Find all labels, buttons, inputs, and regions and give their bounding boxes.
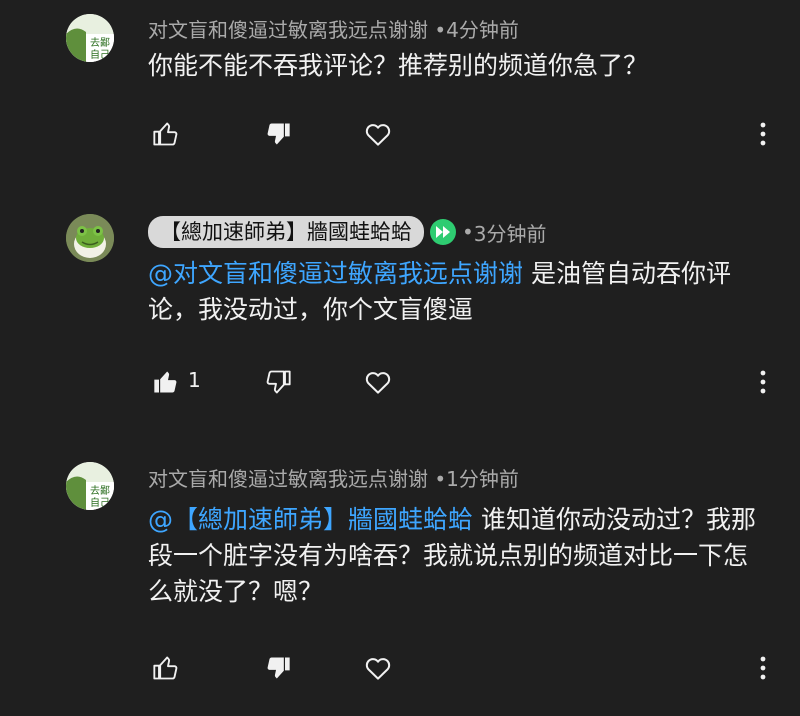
comment-actions: 1	[148, 364, 788, 404]
comment-text: 你能不能不吞我评论？推荐别的频道你急了？	[148, 48, 768, 84]
thumb-down-icon	[267, 657, 290, 679]
dislike-button[interactable]	[260, 116, 296, 152]
more-button[interactable]	[748, 364, 778, 400]
comment-actions	[148, 116, 788, 156]
author-name[interactable]: 对文盲和傻逼过敏离我远点谢谢	[148, 467, 428, 491]
svg-text:自己: 自己	[90, 496, 110, 509]
svg-text:自己: 自己	[90, 48, 110, 61]
like-button[interactable]: 1	[148, 364, 201, 400]
dislike-button[interactable]	[260, 650, 296, 686]
thumb-down-icon	[266, 370, 291, 394]
comment-text: @对文盲和傻逼过敏离我远点谢谢 是油管自动吞你评论，我没动过，你个文盲傻逼	[148, 256, 768, 328]
heart-icon	[365, 658, 391, 680]
comment-time: 1分钟前	[446, 467, 519, 491]
mention-link[interactable]: @【總加速師弟】牆國蛙蛤蛤	[148, 505, 473, 534]
like-count: 1	[188, 368, 201, 392]
thumb-up-icon	[153, 656, 178, 680]
thumb-down-icon	[267, 123, 290, 145]
avatar-image: 去鄙 自己	[66, 462, 114, 510]
heart-icon	[365, 372, 391, 394]
frog-avatar-image	[66, 214, 114, 262]
comment-text: @【總加速師弟】牆國蛙蛤蛤 谁知道你动没动过？我那段一个脏字没有为啥吞？我就说点…	[148, 502, 768, 610]
heart-button[interactable]	[360, 650, 396, 686]
thumb-up-icon	[153, 122, 178, 146]
svg-text:去鄙: 去鄙	[90, 37, 110, 49]
meta-separator: •	[434, 18, 447, 42]
more-vert-icon	[760, 656, 766, 680]
comment-meta: 对文盲和傻逼过敏离我远点谢谢 •1分钟前	[148, 463, 519, 492]
comment-time: 4分钟前	[446, 18, 519, 42]
comment-meta: 对文盲和傻逼过敏离我远点谢谢 •4分钟前	[148, 14, 519, 43]
avatar-image: 去鄙 自己	[66, 14, 114, 62]
comment-body: 你能不能不吞我评论？推荐别的频道你急了？	[148, 51, 649, 80]
more-vert-icon	[760, 370, 766, 394]
creator-name-chip[interactable]: 【總加速師弟】牆國蛙蛤蛤	[148, 216, 424, 248]
more-button[interactable]	[748, 116, 778, 152]
more-vert-icon	[760, 122, 766, 146]
comment-actions	[148, 650, 788, 690]
author-name[interactable]: 对文盲和傻逼过敏离我远点谢谢	[148, 18, 428, 42]
heart-button[interactable]	[360, 364, 396, 400]
like-button[interactable]	[148, 116, 184, 152]
comment-time: 3分钟前	[473, 221, 547, 246]
more-button[interactable]	[748, 650, 778, 686]
verified-badge	[430, 219, 456, 245]
avatar[interactable]: 去鄙 自己	[66, 14, 114, 62]
heart-icon	[365, 124, 391, 146]
meta-separator: •	[462, 220, 474, 244]
thumb-up-icon	[154, 371, 177, 393]
meta-separator: •	[434, 467, 447, 491]
svg-text:去鄙: 去鄙	[90, 485, 110, 497]
mention-link[interactable]: @对文盲和傻逼过敏离我远点谢谢	[148, 259, 523, 288]
heart-button[interactable]	[360, 116, 396, 152]
like-button[interactable]	[148, 650, 184, 686]
avatar[interactable]: 去鄙 自己	[66, 462, 114, 510]
avatar[interactable]	[66, 214, 114, 262]
dislike-button[interactable]	[260, 364, 296, 400]
comment-meta: 【總加速師弟】牆國蛙蛤蛤 • 3分钟前	[148, 216, 547, 248]
fast-forward-icon	[436, 226, 450, 238]
